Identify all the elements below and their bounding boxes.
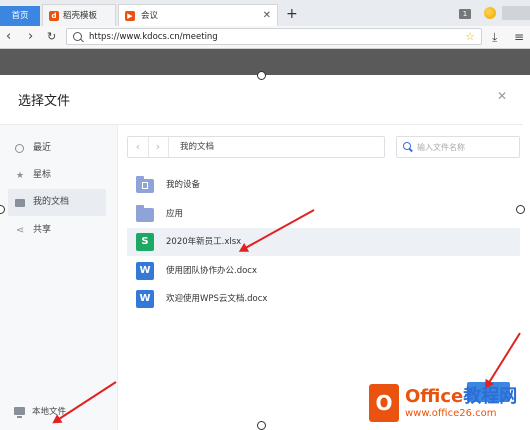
spreadsheet-icon: S	[136, 233, 154, 251]
document-icon: W	[136, 290, 154, 308]
path-forward-icon[interactable]: ›	[148, 137, 169, 157]
file-name: 使用团队协作办公.docx	[166, 266, 258, 276]
clock-icon	[15, 144, 24, 153]
list-item[interactable]: 我的设备	[127, 171, 520, 199]
search-icon	[403, 142, 411, 150]
resize-handle[interactable]	[257, 421, 266, 430]
tab-count-badge[interactable]: 1	[459, 9, 471, 19]
url-text[interactable]: https://www.kdocs.cn/meeting	[89, 29, 218, 45]
star-icon: ★	[15, 171, 25, 181]
sidebar-item-label: 最近	[33, 143, 52, 153]
list-item[interactable]: 应用	[127, 200, 520, 228]
folder-icon	[136, 205, 154, 222]
sidebar-item-shared[interactable]: ⋖ 共享	[8, 217, 106, 244]
sidebar-item-starred[interactable]: ★ 星标	[8, 162, 106, 189]
sidebar-item-recent[interactable]: 最近	[8, 135, 106, 162]
user-avatar[interactable]	[484, 7, 496, 19]
sidebar-item-my-documents[interactable]: 我的文档	[8, 189, 106, 216]
dialog-sidebar: 最近 ★ 星标 我的文档 ⋖ 共享 本地文件	[0, 125, 118, 430]
tab-home-label: 首页	[11, 11, 29, 21]
resize-handle[interactable]	[516, 205, 525, 214]
device-folder-icon	[136, 176, 154, 193]
close-icon[interactable]: ✕	[497, 89, 507, 103]
list-item[interactable]: S 2020年新员工.xlsx	[127, 228, 520, 256]
annotation-arrow	[487, 332, 521, 385]
download-icon[interactable]: ⤓	[492, 26, 497, 48]
address-bar[interactable]: https://www.kdocs.cn/meeting ☆	[66, 28, 482, 45]
back-icon[interactable]: ‹	[6, 26, 11, 48]
path-back-icon[interactable]: ‹	[128, 137, 149, 157]
forward-icon[interactable]: ›	[28, 26, 33, 48]
new-tab-icon[interactable]: +	[286, 4, 298, 24]
file-search-input[interactable]	[417, 137, 515, 157]
monitor-icon	[14, 407, 25, 418]
document-icon: W	[136, 262, 154, 280]
list-item[interactable]: W 欢迎使用WPS云文档.docx	[127, 285, 520, 313]
path-breadcrumb: ‹ › 我的文档	[127, 136, 385, 158]
watermark-brand: Office	[405, 386, 464, 407]
tab-meeting[interactable]: ▶ 会议 ✕	[118, 4, 278, 26]
watermark-title: Office教程网	[405, 382, 517, 408]
select-file-dialog: 选择文件 ✕ 最近 ★ 星标 我的文档 ⋖ 共享 本地文件 ‹ › 我的文档 输…	[0, 71, 525, 430]
file-name: 欢迎使用WPS云文档.docx	[166, 294, 268, 304]
sidebar-item-label: 星标	[33, 170, 52, 180]
file-name: 应用	[166, 209, 184, 219]
sidebar-item-label: 共享	[33, 225, 52, 235]
browser-nav-bar: ‹ › ↻ https://www.kdocs.cn/meeting ☆ ⤓ ≡	[0, 26, 530, 49]
tab-docer-templates[interactable]: d 稻壳模板	[42, 4, 116, 26]
tab-home[interactable]: 首页	[0, 6, 40, 26]
office-logo-icon: O	[369, 384, 399, 422]
list-item[interactable]: W 使用团队协作办公.docx	[127, 257, 520, 285]
window-controls	[502, 6, 530, 20]
menu-icon[interactable]: ≡	[514, 26, 524, 48]
watermark: O Office教程网 www.office26.com	[365, 380, 530, 430]
search-icon	[73, 32, 82, 41]
file-name: 2020年新员工.xlsx	[166, 237, 242, 247]
sidebar-item-label: 我的文档	[33, 197, 70, 207]
docer-icon: d	[49, 11, 59, 21]
file-search-box	[396, 136, 520, 158]
browser-tab-bar: 首页 d 稻壳模板 ▶ 会议 ✕ + 1	[0, 0, 530, 27]
reload-icon[interactable]: ↻	[47, 26, 56, 48]
current-path[interactable]: 我的文档	[180, 137, 214, 157]
tab-close-icon[interactable]: ✕	[263, 5, 271, 27]
share-icon: ⋖	[15, 225, 25, 236]
file-name: 我的设备	[166, 180, 201, 190]
meeting-icon: ▶	[125, 11, 135, 21]
tab-docer-label: 稻壳模板	[63, 11, 98, 21]
tab-meeting-label: 会议	[141, 11, 159, 21]
watermark-url: www.office26.com	[405, 408, 497, 419]
bookmark-star-icon[interactable]: ☆	[465, 29, 475, 45]
folder-icon	[15, 199, 25, 207]
watermark-brand-suffix: 教程网	[463, 386, 518, 407]
resize-handle[interactable]	[257, 71, 266, 80]
dialog-title: 选择文件	[18, 94, 71, 109]
page-overlay-band	[0, 49, 530, 75]
